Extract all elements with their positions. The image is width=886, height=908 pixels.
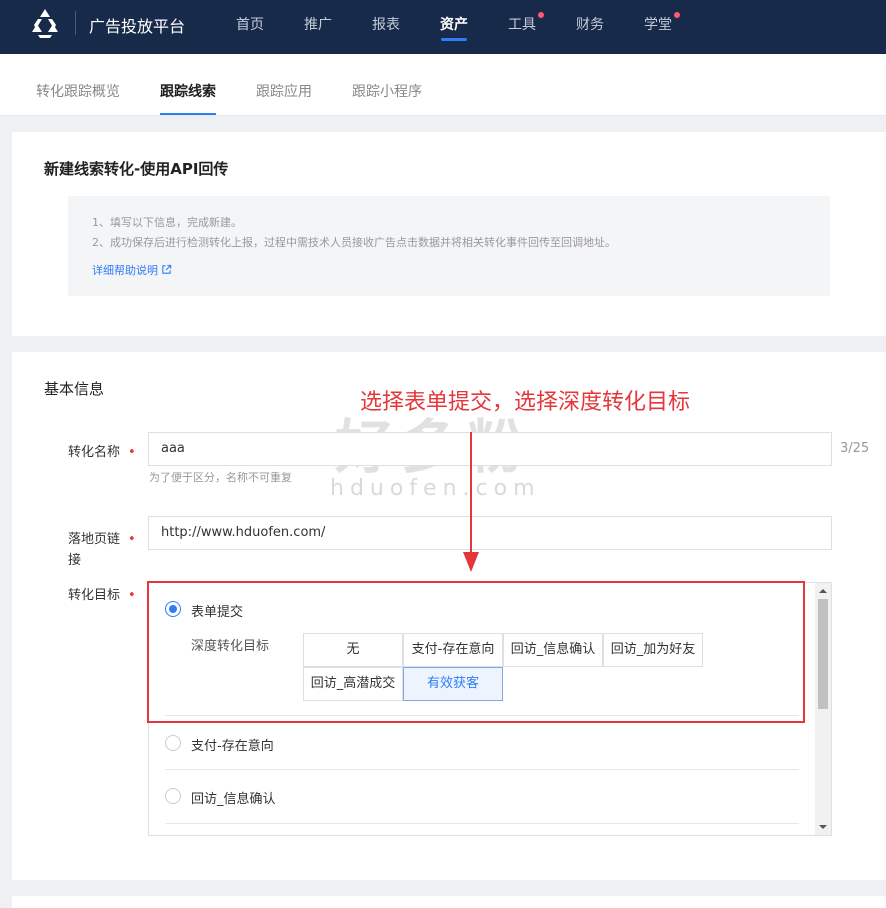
- instructions-box: 1、填写以下信息，完成新建。 2、成功保存后进行检测转化上报，过程中需技术人员接…: [68, 196, 830, 296]
- tools-notification-dot: [538, 12, 544, 18]
- tab-track-miniprogram[interactable]: 跟踪小程序: [352, 81, 422, 101]
- intro-card: 新建线索转化-使用API回传 1、填写以下信息，完成新建。 2、成功保存后进行检…: [12, 132, 886, 336]
- conversion-name-label-text: 转化名称: [68, 445, 121, 460]
- nav-finance[interactable]: 财务: [576, 14, 604, 34]
- name-char-counter: 3/25: [840, 441, 870, 456]
- platform-logo-icon[interactable]: [28, 7, 62, 41]
- subtab-active-indicator: [160, 113, 216, 115]
- help-link[interactable]: 详细帮助说明: [92, 262, 172, 278]
- instruction-line-2: 2、成功保存后进行检测转化上报，过程中需技术人员接收广告点击数据并将相关转化事件…: [92, 236, 616, 249]
- list-divider: [165, 769, 799, 770]
- goal-option-pay-intent[interactable]: 支付-存在意向: [191, 735, 274, 754]
- tab-conversion-overview[interactable]: 转化跟踪概览: [36, 81, 120, 101]
- app-title: 广告投放平台: [89, 17, 186, 36]
- nav-active-indicator: [441, 38, 467, 41]
- help-link-label: 详细帮助说明: [92, 264, 158, 277]
- required-mark: •: [128, 532, 136, 547]
- nav-tools[interactable]: 工具: [508, 14, 536, 34]
- conversion-name-input[interactable]: aaa: [148, 432, 832, 466]
- tab-track-leads[interactable]: 跟踪线索: [160, 81, 216, 101]
- section-title-basic-info: 基本信息: [44, 380, 105, 398]
- list-scrollbar[interactable]: [815, 583, 831, 835]
- conversion-goal-label-text: 转化目标: [68, 588, 121, 603]
- instruction-line-1: 1、填写以下信息，完成新建。: [92, 216, 242, 229]
- nav-academy[interactable]: 学堂: [644, 14, 672, 34]
- nav-promotion[interactable]: 推广: [304, 14, 332, 34]
- external-link-icon: [162, 264, 172, 274]
- subtab-bar: 转化跟踪概览 跟踪线索 跟踪应用 跟踪小程序: [0, 54, 886, 116]
- conversion-goal-label: 转化目标 •: [68, 584, 136, 603]
- name-hint: 为了便于区分，名称不可重复: [149, 471, 292, 484]
- required-mark: •: [128, 588, 136, 603]
- scroll-thumb[interactable]: [818, 599, 828, 709]
- annotation-highlight-box: [147, 581, 805, 723]
- scroll-down-arrow-icon[interactable]: [819, 825, 827, 829]
- watermark-url: hduofen.com: [330, 476, 541, 501]
- nav-home[interactable]: 首页: [236, 14, 264, 34]
- required-mark: •: [128, 445, 136, 460]
- annotation-text: 选择表单提交，选择深度转化目标: [360, 390, 691, 415]
- list-divider: [165, 823, 799, 824]
- tab-track-apps[interactable]: 跟踪应用: [256, 81, 312, 101]
- scroll-up-arrow-icon[interactable]: [819, 589, 827, 593]
- annotation-arrow-head-icon: [463, 552, 479, 572]
- conversion-name-label: 转化名称 •: [68, 441, 136, 460]
- annotation-arrow-line: [470, 432, 472, 554]
- page-title: 新建线索转化-使用API回传: [44, 160, 229, 178]
- radio-info-confirm[interactable]: [165, 788, 181, 804]
- radio-pay-intent[interactable]: [165, 735, 181, 751]
- goal-option-info-confirm[interactable]: 回访_信息确认: [191, 788, 276, 807]
- landing-page-url-input[interactable]: http://www.hduofen.com/: [148, 516, 832, 550]
- next-card: [12, 896, 886, 908]
- landing-page-label-line1: 落地页链: [68, 532, 121, 547]
- top-navbar: 广告投放平台 首页 推广 报表 资产 工具 财务 学堂: [0, 0, 886, 54]
- academy-notification-dot: [674, 12, 680, 18]
- nav-assets[interactable]: 资产: [440, 14, 468, 34]
- landing-page-label-line2: 接: [68, 553, 82, 568]
- logo-divider: [75, 11, 76, 35]
- landing-page-label: 落地页链 •: [68, 528, 136, 547]
- nav-reports[interactable]: 报表: [372, 14, 400, 34]
